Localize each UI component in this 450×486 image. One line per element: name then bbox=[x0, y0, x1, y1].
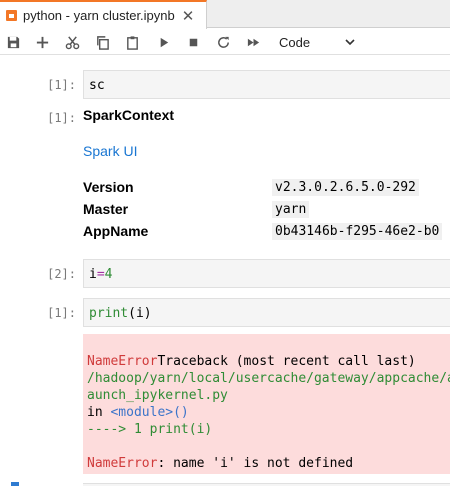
code-cell-input[interactable]: print(i) bbox=[83, 298, 450, 327]
fast-forward-icon[interactable] bbox=[243, 32, 263, 52]
code-function: print bbox=[89, 306, 129, 321]
appname-key: AppName bbox=[83, 223, 149, 239]
cell-type-select[interactable]: Code bbox=[272, 31, 362, 53]
master-key: Master bbox=[83, 201, 129, 217]
spark-ui-link[interactable]: Spark UI bbox=[83, 143, 137, 159]
tab-label: python - yarn cluster.ipynb bbox=[23, 8, 175, 23]
module-parens: () bbox=[173, 405, 189, 420]
save-icon[interactable] bbox=[3, 32, 23, 52]
paste-icon[interactable] bbox=[122, 32, 142, 52]
code-args: (i) bbox=[128, 306, 152, 321]
traceback-path: /hadoop/yarn/local/usercache/gateway/app… bbox=[87, 371, 450, 386]
arrow-code: print(i) bbox=[149, 422, 213, 437]
code-operator: = bbox=[96, 267, 105, 282]
code-text: sc bbox=[89, 78, 105, 93]
copy-icon[interactable] bbox=[92, 32, 112, 52]
cell-prompt: [1]: bbox=[47, 306, 76, 320]
traceback-text: Traceback (most recent call last) bbox=[157, 354, 416, 369]
error-name: NameError bbox=[87, 354, 158, 369]
cell-prompt: [2]: bbox=[47, 267, 76, 281]
code-variable: i bbox=[89, 267, 97, 282]
close-icon[interactable]: ✕ bbox=[182, 7, 195, 25]
code-text: i=4 bbox=[84, 260, 450, 289]
tab-bar: python - yarn cluster.ipynb ✕ bbox=[0, 0, 450, 29]
sparkcontext-title: SparkContext bbox=[83, 107, 175, 123]
restart-icon[interactable] bbox=[213, 32, 233, 52]
master-value: yarn bbox=[272, 201, 310, 218]
notebook-toolbar: Code bbox=[0, 29, 450, 55]
version-value: v2.3.0.2.6.5.0-292 bbox=[272, 179, 419, 196]
notebook-tab[interactable]: python - yarn cluster.ipynb ✕ bbox=[0, 0, 207, 29]
code-cell-input[interactable]: sc bbox=[83, 70, 450, 99]
arrow: ----> 1 bbox=[87, 422, 150, 437]
output-prompt: [1]: bbox=[47, 111, 76, 125]
code-cell-input[interactable]: i=4 bbox=[83, 259, 450, 288]
traceback-in-line: in <module>() bbox=[87, 405, 189, 420]
appname-value: 0b43146b-f295-46e2-b0 bbox=[272, 223, 443, 240]
notebook-icon bbox=[6, 10, 17, 21]
stop-icon[interactable] bbox=[183, 32, 203, 52]
active-cell-marker bbox=[11, 482, 19, 486]
in-word: in bbox=[87, 405, 111, 420]
cell-prompt: [1]: bbox=[47, 78, 76, 92]
code-number: 4 bbox=[104, 267, 113, 282]
run-icon[interactable] bbox=[153, 32, 173, 52]
version-key: Version bbox=[83, 179, 134, 195]
module-name: <module> bbox=[110, 405, 174, 420]
traceback-header: NameErrorTraceback (most recent call las… bbox=[87, 354, 416, 369]
traceback-path-cont: aunch_ipykernel.py bbox=[87, 388, 228, 403]
cut-icon[interactable] bbox=[62, 32, 82, 52]
error-name: NameError bbox=[87, 456, 158, 471]
chevron-down-icon bbox=[345, 39, 355, 46]
error-output: NameErrorTraceback (most recent call las… bbox=[83, 334, 450, 474]
error-message: : name 'i' is not defined bbox=[157, 456, 354, 471]
traceback-arrow-line: ----> 1 print(i) bbox=[87, 422, 212, 437]
cell-type-value: Code bbox=[279, 34, 311, 50]
add-icon[interactable] bbox=[32, 32, 52, 52]
code-text: print(i) bbox=[84, 299, 450, 328]
error-message-line: NameError: name 'i' is not defined bbox=[87, 456, 353, 471]
